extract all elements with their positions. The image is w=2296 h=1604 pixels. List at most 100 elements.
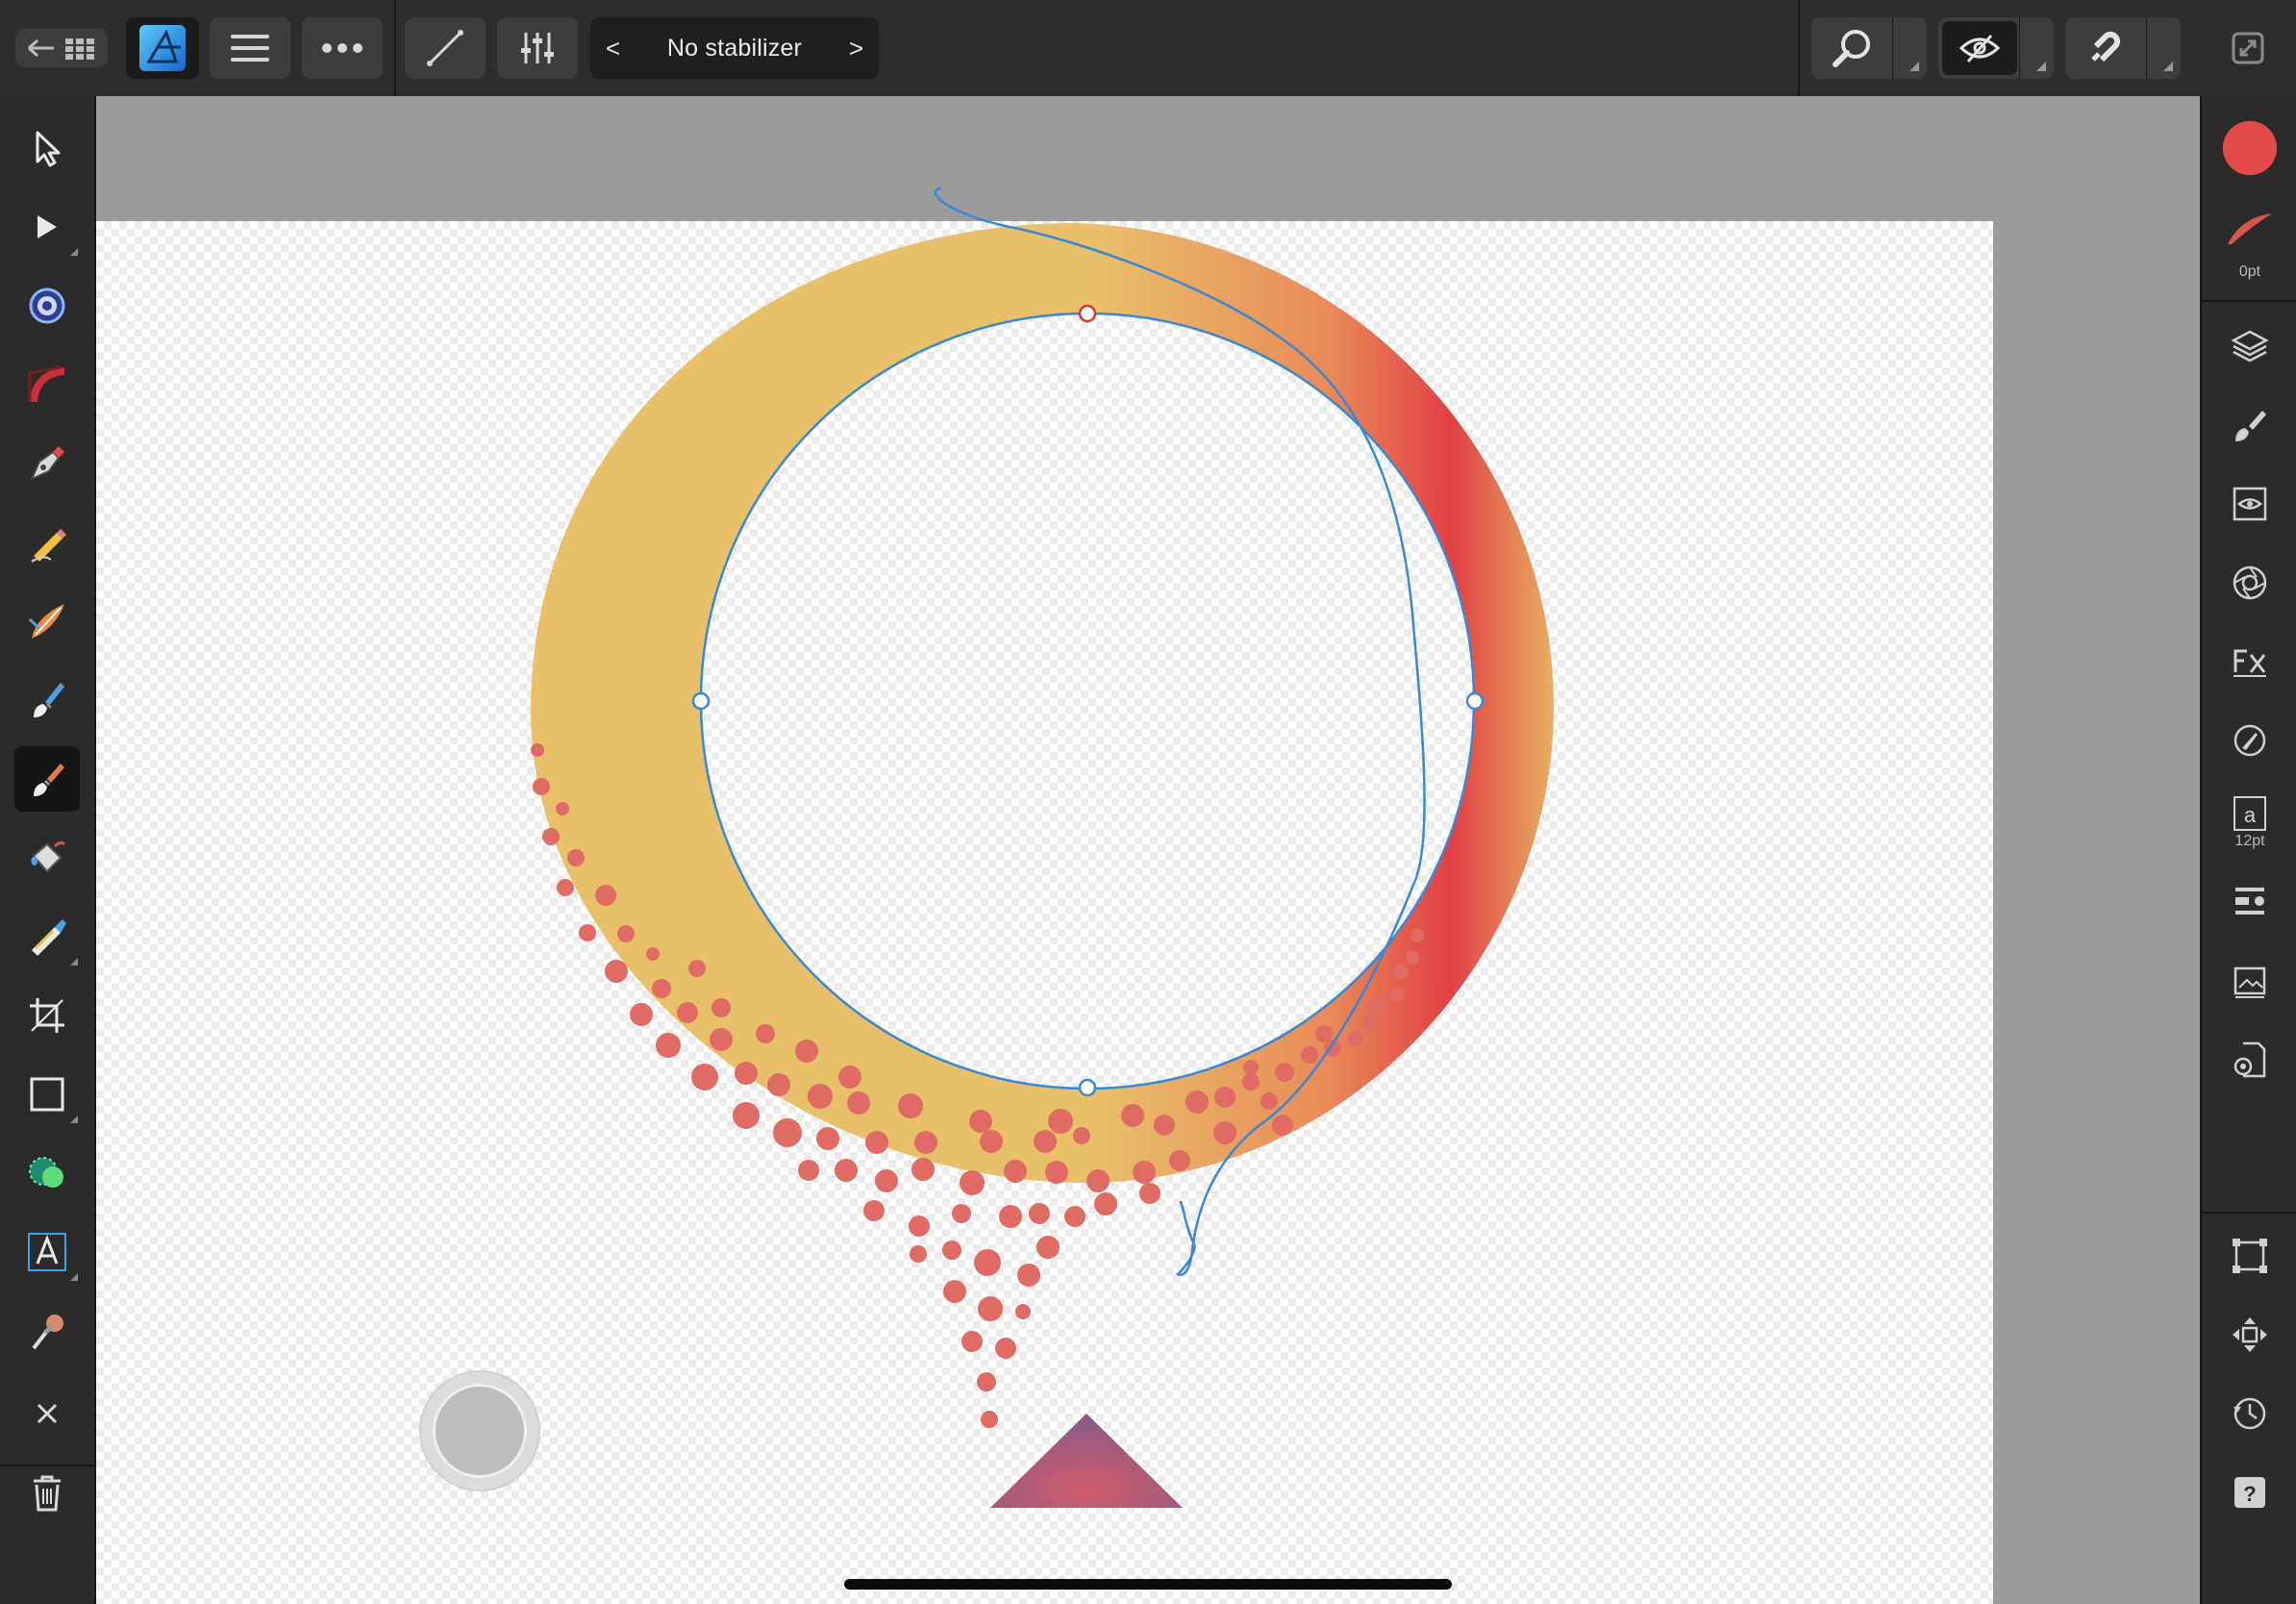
document-settings-button[interactable] — [2221, 1031, 2279, 1089]
brush-settings-button[interactable] — [497, 17, 578, 79]
stabilizer-label[interactable]: No stabilizer — [667, 35, 802, 63]
node-arrow-icon — [37, 215, 57, 238]
pen-nib-icon — [30, 446, 64, 481]
shape-builder-tool[interactable] — [14, 1140, 80, 1206]
quick-view-button[interactable] — [1938, 17, 2054, 79]
line-icon — [427, 30, 463, 66]
more-button[interactable] — [302, 17, 383, 79]
back-to-gallery-button[interactable] — [15, 29, 108, 67]
halftone-dot — [1406, 951, 1419, 965]
view-mode-options-indicator[interactable] — [1909, 62, 1919, 71]
corner-tool[interactable] — [14, 273, 80, 338]
snapping-options-indicator[interactable] — [2163, 62, 2173, 71]
paint-brush-tool[interactable] — [14, 667, 80, 733]
halftone-dot — [999, 1205, 1022, 1228]
help-icon: ? — [2234, 1477, 2265, 1508]
triangle-shape[interactable] — [990, 1414, 1183, 1508]
back-arrow-icon — [28, 38, 94, 60]
halftone-dot — [808, 1084, 833, 1109]
paragraph-panel-button[interactable] — [2221, 873, 2279, 931]
halftone-dot — [798, 1160, 819, 1181]
halftone-dot — [557, 879, 574, 896]
shape-builder-icon — [29, 1157, 63, 1188]
stabilizer-prev-button[interactable]: < — [606, 34, 620, 63]
halftone-dot — [816, 1127, 839, 1150]
selection-handle-bottom[interactable] — [1078, 1078, 1097, 1097]
delete-button[interactable] — [14, 1460, 80, 1525]
fx-panel-button[interactable] — [2221, 633, 2279, 690]
halftone-dot — [942, 1241, 961, 1260]
move-tool[interactable] — [14, 115, 80, 181]
layers-panel-button[interactable] — [2221, 317, 2279, 375]
crop-tool[interactable] — [14, 983, 80, 1048]
stroke-curve-icon — [2228, 213, 2272, 244]
pencil-tool[interactable] — [14, 510, 80, 575]
halftone-dot — [863, 1200, 885, 1221]
brush-icon — [2235, 411, 2266, 441]
artistic-text-tool[interactable] — [14, 1219, 80, 1285]
fullscreen-icon — [2232, 32, 2264, 64]
quick-view-options-indicator[interactable] — [2036, 62, 2046, 71]
navigator-panel-button[interactable] — [2221, 554, 2279, 612]
halftone-dot — [1301, 1046, 1318, 1064]
assets-panel-button[interactable] — [2221, 952, 2279, 1010]
gradient-tool[interactable] — [14, 352, 80, 417]
stroke-mode-button[interactable] — [405, 17, 486, 79]
pixel-brush-tool[interactable] — [14, 746, 80, 812]
halftone-dot — [1272, 1115, 1293, 1136]
color-picker-tool[interactable] — [14, 1298, 80, 1364]
stabilizer-next-button[interactable]: > — [849, 34, 863, 63]
halftone-dot — [1086, 1169, 1110, 1192]
halftone-dot — [1369, 996, 1386, 1014]
rectangle-tool[interactable] — [14, 1062, 80, 1127]
vector-brush-tool[interactable] — [14, 589, 80, 654]
transform-panel-button[interactable] — [2221, 1227, 2279, 1285]
halftone-dot — [691, 1064, 718, 1090]
view-mode-button[interactable] — [1811, 17, 1927, 79]
pen-tool[interactable] — [14, 431, 80, 496]
history-clock-icon — [2234, 1397, 2266, 1430]
modifier-button[interactable] — [421, 1372, 538, 1490]
selection-handle-right[interactable] — [1465, 691, 1485, 711]
effects-view-panel-button[interactable] — [2221, 475, 2279, 533]
halftone-dot — [1213, 1121, 1236, 1144]
halftone-dot — [980, 1130, 1003, 1153]
snapping-button[interactable] — [2065, 17, 2181, 79]
halftone-dot — [1348, 1031, 1363, 1046]
halftone-dot — [909, 1216, 930, 1237]
fill-tool[interactable] — [14, 825, 80, 890]
close-icon — [37, 1403, 58, 1424]
halftone-dot — [652, 979, 671, 998]
selection-handle-top[interactable] — [1078, 304, 1097, 323]
fullscreen-button[interactable] — [2211, 17, 2284, 79]
halftone-dot — [1036, 1236, 1060, 1259]
halftone-dot — [733, 1102, 760, 1129]
selection-ellipse[interactable] — [699, 312, 1476, 1090]
stroke-swatch[interactable] — [2221, 200, 2279, 258]
node-tool[interactable] — [14, 194, 80, 260]
close-context-button[interactable] — [14, 1381, 80, 1446]
brushes-panel-button[interactable] — [2221, 396, 2279, 454]
persona-selector-button[interactable] — [126, 17, 199, 79]
halftone-dot — [977, 1372, 996, 1391]
history-panel-button[interactable] — [2221, 1385, 2279, 1442]
selection-handle-left[interactable] — [691, 691, 711, 711]
help-button[interactable]: ? — [2221, 1464, 2279, 1521]
menu-button[interactable] — [210, 17, 290, 79]
halftone-dot — [1133, 1161, 1156, 1184]
transparency-tool[interactable] — [14, 904, 80, 969]
halftone-dot — [688, 960, 706, 977]
vector-brush-icon — [28, 604, 64, 639]
pencil-icon — [30, 529, 66, 563]
halftone-dot — [1154, 1115, 1175, 1136]
paragraph-icon — [2235, 888, 2264, 915]
halftone-dot — [1260, 1092, 1278, 1110]
artwork — [531, 187, 1554, 1508]
canvas-area[interactable] — [96, 96, 2200, 1604]
fill-color-swatch[interactable] — [2221, 119, 2279, 177]
move-panel-button[interactable] — [2221, 1306, 2279, 1364]
halftone-dot — [1015, 1304, 1031, 1319]
halftone-dot — [1169, 1150, 1190, 1171]
appearance-panel-button[interactable] — [2221, 712, 2279, 769]
studio-divider-top — [2202, 300, 2296, 302]
